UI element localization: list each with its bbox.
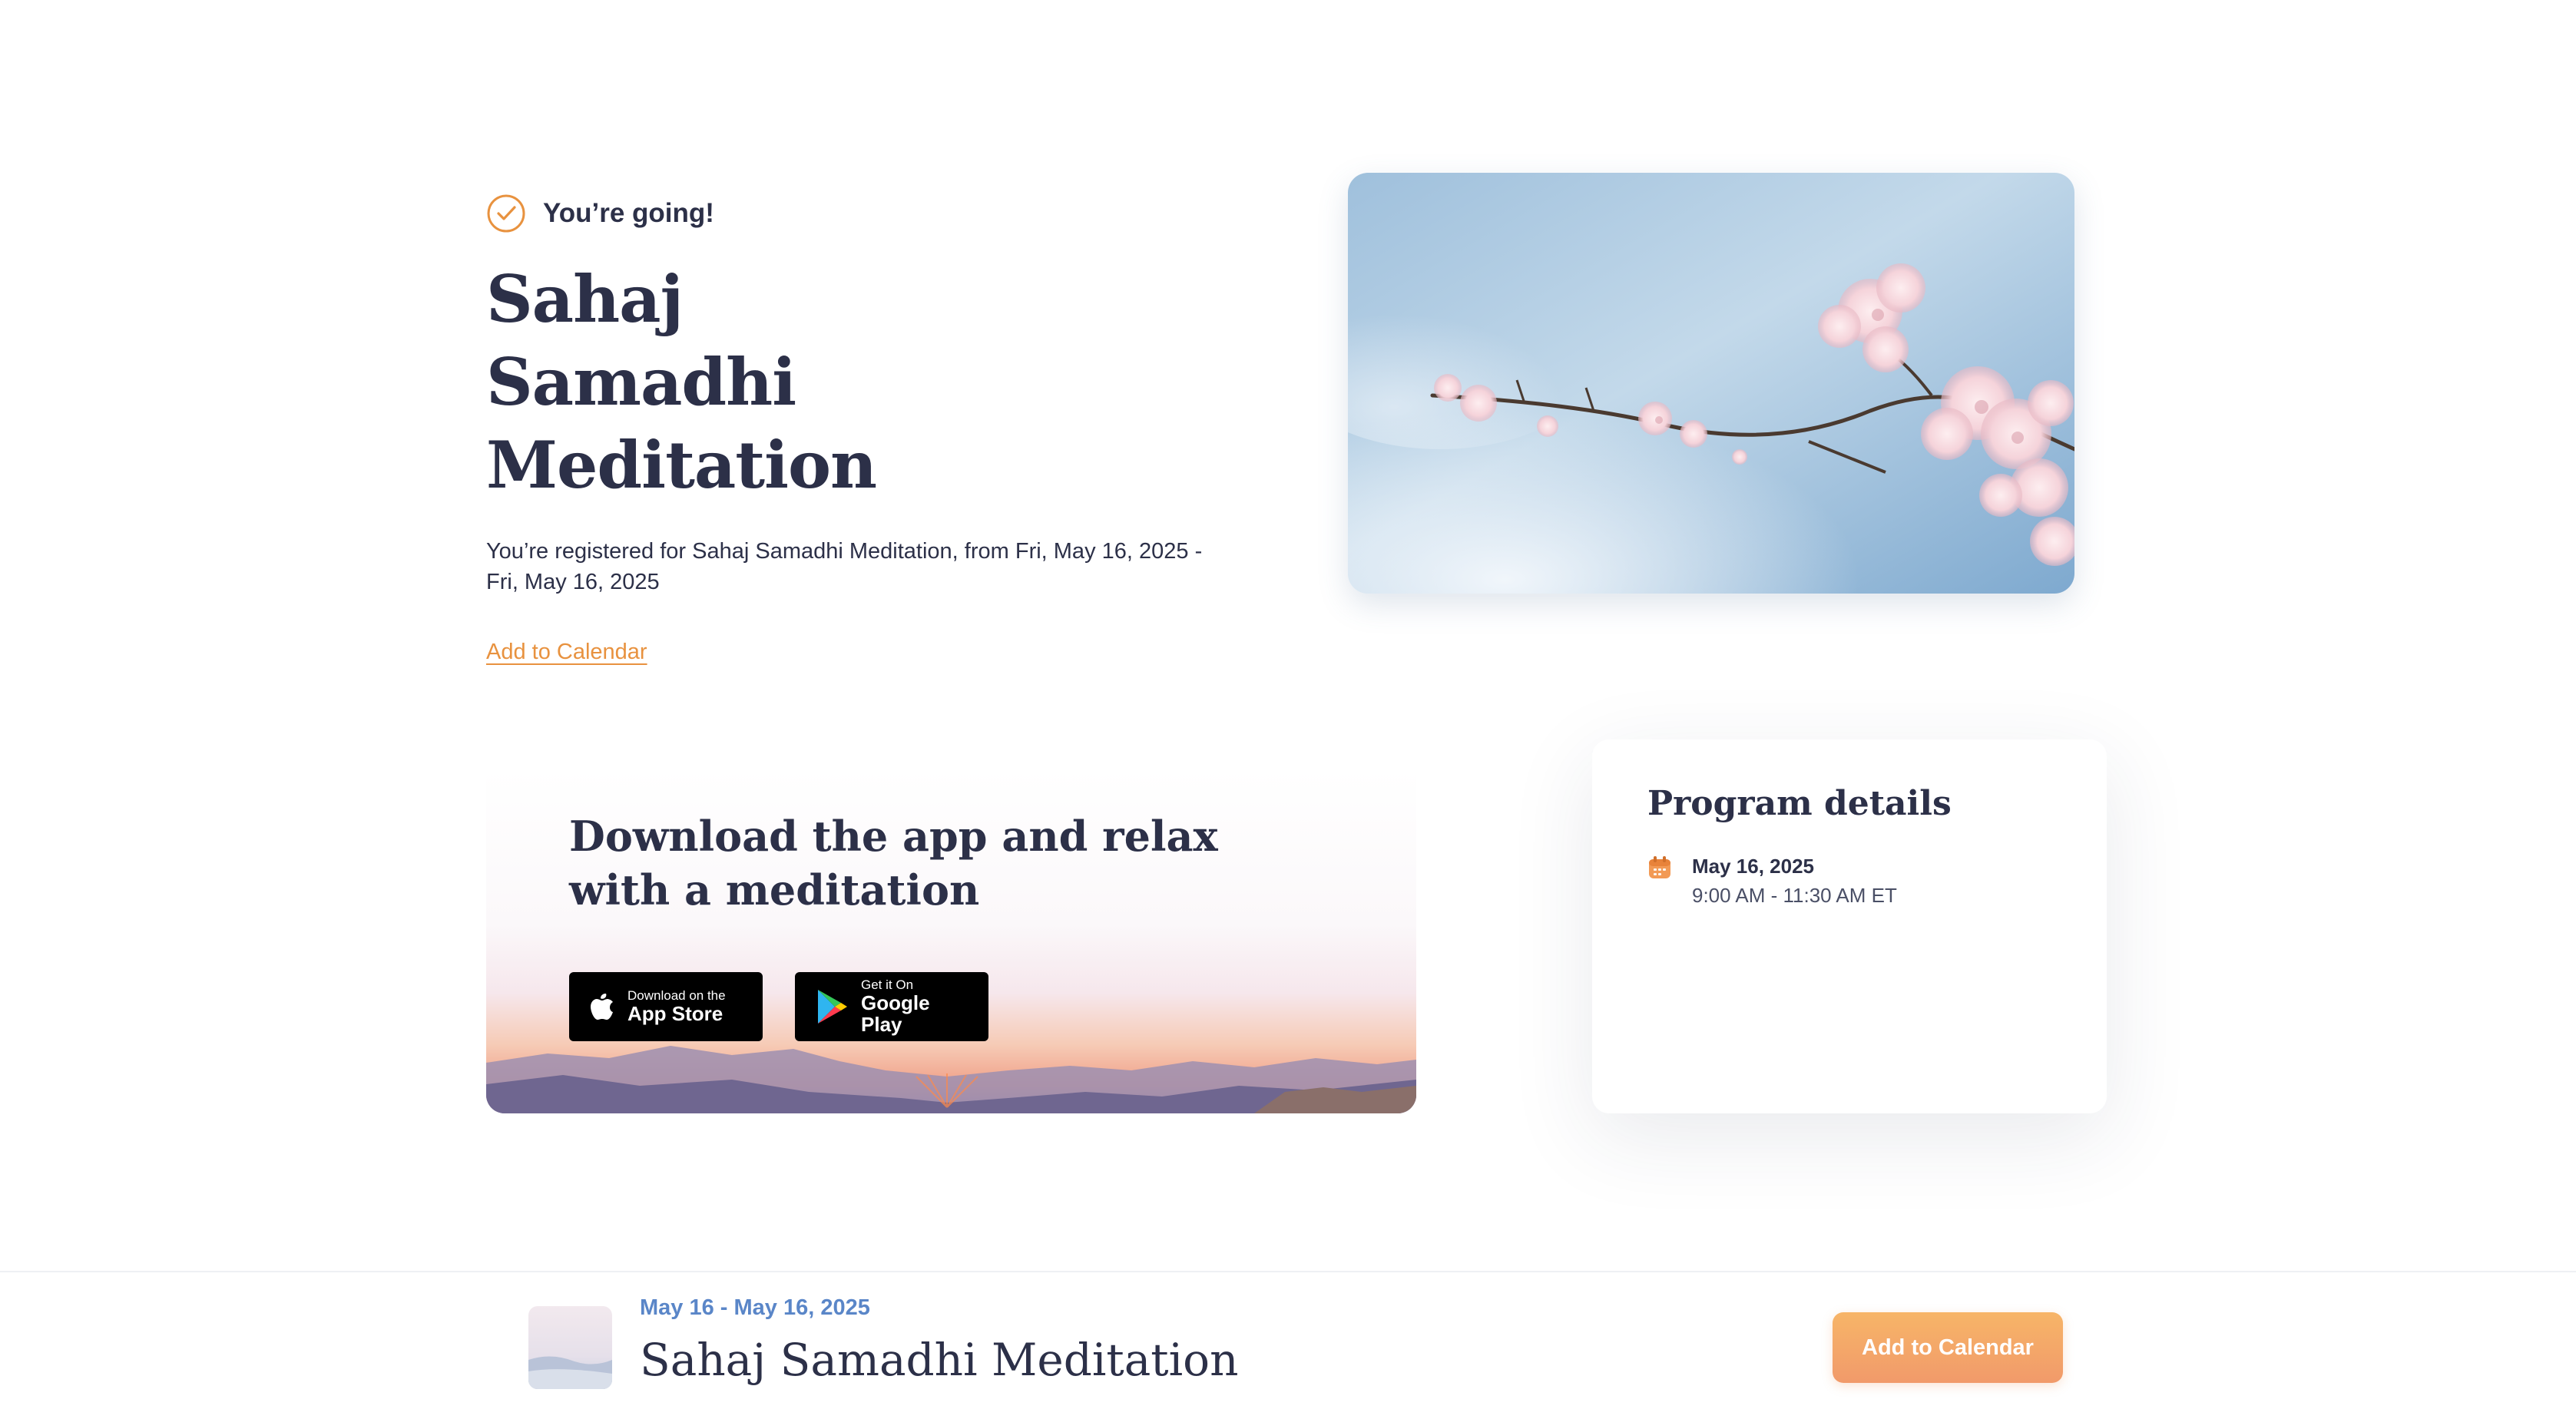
- program-details-title: Program details: [1647, 784, 1952, 823]
- program-date: May 16, 2025: [1692, 855, 1815, 878]
- program-time: 9:00 AM - 11:30 AM ET: [1692, 884, 1897, 907]
- registration-description: You’re registered for Sahaj Samadhi Medi…: [486, 539, 1203, 594]
- add-to-calendar-button[interactable]: Add to Calendar: [1833, 1312, 2063, 1383]
- event-title: Sahaj Samadhi Meditation: [640, 1334, 1239, 1386]
- page-title: Sahaj Samadhi Meditation: [486, 261, 877, 503]
- app-store-big-text: App Store: [627, 1002, 723, 1025]
- hero-section: You’re going! Sahaj Samadhi Meditation Y…: [486, 194, 1239, 665]
- google-play-icon: [818, 990, 847, 1024]
- cherry-blossom-image: [1348, 173, 2074, 594]
- check-circle-icon: [487, 194, 525, 233]
- event-date-range: May 16 - May 16, 2025: [640, 1295, 870, 1320]
- event-thumbnail: [528, 1306, 612, 1389]
- sticky-bottom-bar: May 16 - May 16, 2025 Sahaj Samadhi Medi…: [0, 1271, 2576, 1419]
- google-play-button[interactable]: Get it On Google Play: [795, 972, 988, 1041]
- app-promo-title: Download the app and relax with a medita…: [569, 812, 1218, 915]
- app-store-button[interactable]: Download on the App Store: [569, 972, 763, 1041]
- app-store-small-text: Download on the: [627, 988, 726, 1003]
- google-play-small-text: Get it On: [861, 977, 914, 992]
- google-play-big-text: Google Play: [861, 991, 930, 1036]
- registration-status: You’re going!: [486, 194, 1239, 233]
- apple-icon: [591, 994, 613, 1020]
- program-date-row: May 16, 2025 9:00 AM - 11:30 AM ET: [1647, 852, 2051, 911]
- calendar-icon: [1649, 856, 1670, 878]
- status-label: You’re going!: [543, 198, 714, 228]
- add-to-calendar-link[interactable]: Add to Calendar: [486, 640, 647, 665]
- program-details-card: Program details May 16, 2025 9:00 AM - 1…: [1592, 739, 2107, 1113]
- app-download-section: Download the app and relax with a medita…: [486, 769, 1416, 1113]
